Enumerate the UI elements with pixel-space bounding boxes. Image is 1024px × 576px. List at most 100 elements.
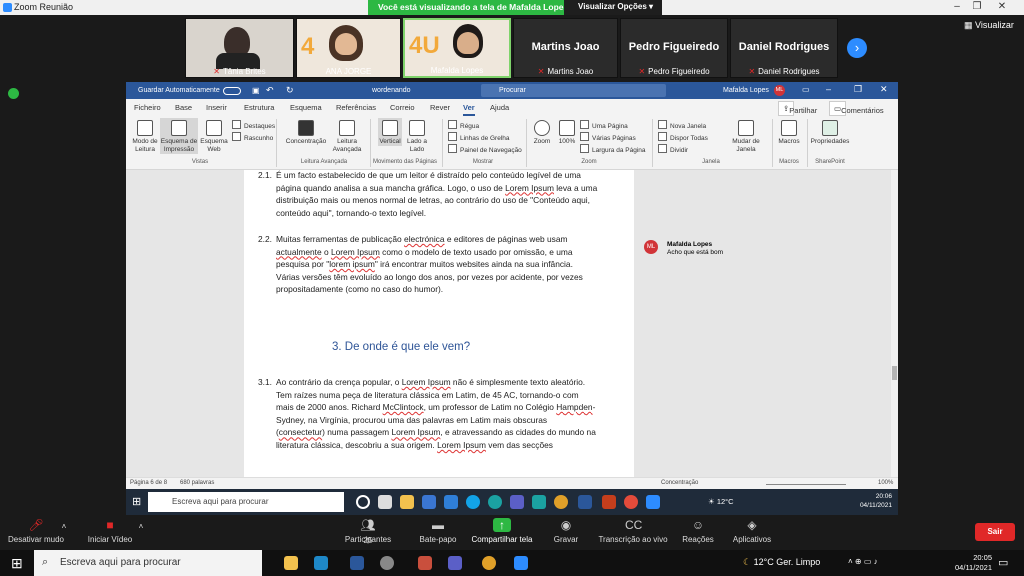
share-button[interactable]: ⇪ Partilhar [778, 101, 817, 116]
undo-icon[interactable]: ↶ [266, 85, 274, 96]
next-participants-arrow-icon[interactable]: › [847, 38, 867, 58]
gridlines-checkbox[interactable]: Linhas de Grelha [448, 132, 510, 142]
os-weather[interactable]: ☾ 12°C Ger. Limpo [743, 557, 820, 568]
menu-esquema[interactable]: Esquema [290, 103, 322, 112]
nav-pane-checkbox[interactable]: Painel de Navegação [448, 144, 522, 154]
one-page-button[interactable]: Uma Página [580, 120, 628, 130]
participant-tile[interactable]: 4 ANA JORGE [296, 18, 401, 78]
os-search-box[interactable]: ⌕ Escreva aqui para procurar [34, 550, 262, 576]
live-transcript-button[interactable]: CC Transcrição ao vivo [594, 516, 672, 544]
user-avatar[interactable]: ML [774, 85, 785, 96]
zoom-level[interactable]: 100% [878, 480, 893, 486]
read-mode-button[interactable]: Modo de Leitura [130, 120, 160, 154]
participant-tile-active-speaker[interactable]: 4U Mafalda Lopes [403, 18, 511, 78]
web-layout-button[interactable]: Esquema Web [200, 120, 228, 154]
multiple-pages-button[interactable]: Várias Páginas [580, 132, 636, 142]
menu-inserir[interactable]: Inserir [206, 103, 227, 112]
chat-button[interactable]: ▬ Bate-papo [412, 516, 464, 544]
new-window-button[interactable]: Nova Janela [658, 120, 706, 130]
switch-windows-button[interactable]: Mudar de Janela [730, 120, 762, 154]
menu-ajuda[interactable]: Ajuda [490, 103, 509, 112]
print-layout-button[interactable]: Esquema de Impressão [160, 118, 198, 154]
section-heading[interactable]: 3. De onde é que ele vem? [332, 341, 470, 354]
file-explorer-icon[interactable] [400, 495, 414, 509]
notifications-icon[interactable]: ▭ [998, 556, 1008, 569]
record-button[interactable]: ◉ Gravar [548, 516, 584, 544]
reactions-button[interactable]: ☺ Reações [680, 516, 716, 544]
page-width-button[interactable]: Largura da Página [580, 144, 646, 154]
page-count[interactable]: Página 6 de 8 [130, 480, 167, 486]
cortana-icon[interactable] [356, 495, 370, 509]
menu-correio[interactable]: Correio [390, 103, 415, 112]
word-close-icon[interactable]: ✕ [880, 84, 888, 95]
side-by-side-button[interactable]: Lado a Lado [404, 120, 430, 154]
view-options-button[interactable]: Visualizar Opções ▾ [564, 0, 662, 15]
shared-weather[interactable]: ☀ 12°C [708, 497, 734, 506]
immersive-reader-button[interactable]: Leitura Avançada [330, 120, 364, 154]
participants-button[interactable]: 👥︎ 25 Participantes [334, 516, 402, 545]
minimize-icon[interactable]: – [950, 1, 964, 13]
start-video-button[interactable]: ■ Iniciar Vídeo [80, 516, 140, 544]
windows-start-icon[interactable]: ⊞ [132, 495, 141, 508]
word-minimize-icon[interactable]: – [826, 84, 831, 94]
menu-rever[interactable]: Rever [430, 103, 450, 112]
zoom-slider[interactable] [766, 484, 846, 485]
participant-tile[interactable]: Daniel Rodrigues ✕ Daniel Rodrigues [730, 18, 838, 78]
paragraph-2-2[interactable]: 2.2. Muitas ferramentas de publicação el… [258, 233, 598, 296]
save-icon[interactable]: ▣ [252, 86, 260, 95]
tray-icons[interactable]: ˄ ⊕ ▭ ♪ [848, 557, 878, 566]
unmute-button[interactable]: 🎤︎ Desativar mudo [6, 516, 66, 544]
maximize-icon[interactable]: ❐ [970, 1, 984, 13]
redo-icon[interactable]: ↻ [286, 85, 294, 96]
leave-button[interactable]: Sair [975, 523, 1015, 541]
paragraph-2-1[interactable]: 2.1. É um facto estabelecido de que um l… [258, 170, 598, 219]
zoom-button[interactable]: Zoom [530, 120, 554, 146]
ruler-checkbox[interactable]: Régua [448, 120, 479, 130]
menu-ficheiro[interactable]: Ficheiro [134, 103, 161, 112]
os-zoom-icon[interactable] [514, 556, 528, 570]
os-word-icon[interactable] [350, 556, 364, 570]
zoom-taskbar-icon[interactable] [646, 495, 660, 509]
participant-tile[interactable]: ✕ Tânia Brites [185, 18, 294, 78]
os-app-icon[interactable] [418, 556, 432, 570]
macros-button[interactable]: Macros [776, 120, 802, 146]
task-view-icon[interactable] [378, 495, 392, 509]
onedrive-icon[interactable] [532, 495, 546, 509]
focus-status[interactable]: Concentração [661, 480, 698, 486]
split-button[interactable]: Dividir [658, 144, 688, 154]
os-settings-icon[interactable] [380, 556, 394, 570]
autosave-toggle[interactable] [223, 87, 241, 95]
os-chrome-icon[interactable] [482, 556, 496, 570]
encryption-shield-icon[interactable] [8, 88, 19, 99]
powerpoint-icon[interactable] [602, 495, 616, 509]
vertical-scrollbar[interactable] [891, 170, 898, 477]
share-screen-button[interactable]: ↑ Compartilhar tela [466, 516, 538, 544]
word-maximize-icon[interactable]: ❐ [854, 84, 862, 95]
focus-button[interactable]: Concentração [284, 120, 328, 146]
os-clock[interactable]: 20:05 04/11/2021 [955, 553, 992, 573]
side-view-button[interactable]: ▦ Visualizar [964, 20, 1014, 31]
zoom-100-button[interactable]: 100% [556, 120, 578, 146]
participant-tile[interactable]: Martins Joao ✕ Martins Joao [513, 18, 618, 78]
arrange-all-button[interactable]: Dispor Todas [658, 132, 708, 142]
vertical-button[interactable]: Vertical [378, 118, 402, 146]
shared-clock[interactable]: 20:06 04/11/2021 [860, 492, 892, 510]
menu-estrutura[interactable]: Estrutura [244, 103, 274, 112]
chrome-icon[interactable] [554, 495, 568, 509]
paragraph-3-1[interactable]: 3.1. Ao contrário da crença popular, o L… [258, 376, 598, 452]
comments-button[interactable]: ▭ Comentários [829, 101, 884, 116]
menu-base[interactable]: Base [175, 103, 192, 112]
menu-ver[interactable]: Ver [463, 103, 475, 116]
outline-button[interactable]: Destaques [232, 120, 275, 130]
document-page[interactable]: 2.1. É um facto estabelecido de que um l… [244, 170, 634, 477]
scrollbar-thumb[interactable] [892, 366, 897, 380]
edge-icon[interactable] [488, 495, 502, 509]
properties-button[interactable]: Propriedades [810, 120, 850, 146]
opera-icon[interactable] [624, 495, 638, 509]
audio-options-chevron-icon[interactable]: ˄ [58, 522, 70, 531]
os-teams-icon[interactable] [448, 556, 462, 570]
draft-button[interactable]: Rascunho [232, 132, 273, 142]
apps-button[interactable]: ◈ Aplicativos [726, 516, 778, 544]
video-options-chevron-icon[interactable]: ˄ [135, 522, 147, 531]
os-start-icon[interactable]: ⊞ [11, 555, 23, 572]
